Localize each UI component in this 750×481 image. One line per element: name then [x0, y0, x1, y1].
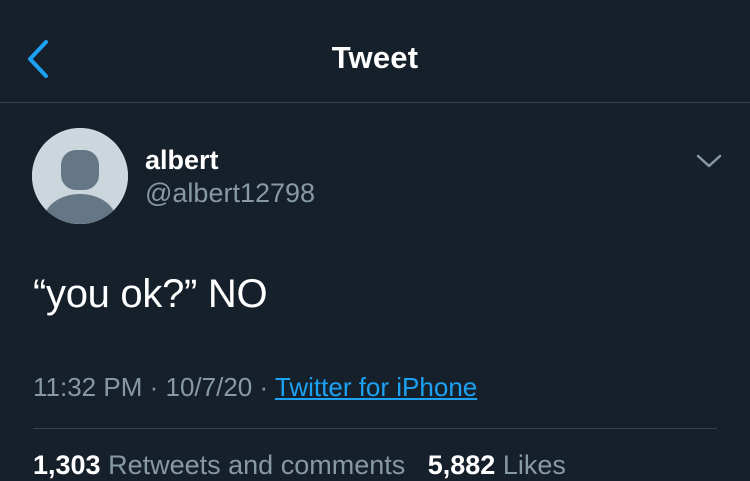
meta-separator: ·	[259, 372, 269, 402]
tweet-stats: 1,303 Retweets and comments 5,882 Likes	[33, 450, 566, 481]
default-profile-icon	[32, 128, 128, 224]
author-handle[interactable]: @albert12798	[145, 178, 315, 209]
tweet-menu-button[interactable]	[694, 150, 724, 172]
tweet-source-link[interactable]: Twitter for iPhone	[275, 372, 477, 402]
tweet-time: 11:32 PM	[33, 372, 143, 402]
chevron-down-icon	[696, 154, 722, 168]
page-title: Tweet	[331, 40, 419, 75]
top-bar: Tweet	[0, 0, 750, 103]
meta-separator: ·	[149, 372, 159, 402]
tweet-text: “you ok?” NO	[33, 272, 268, 316]
divider	[33, 428, 717, 429]
tweet-date: 10/7/20	[165, 372, 253, 402]
tweet-meta: 11:32 PM · 10/7/20 · Twitter for iPhone	[33, 372, 477, 403]
avatar[interactable]	[32, 128, 128, 224]
author-name[interactable]: albert	[145, 145, 219, 176]
